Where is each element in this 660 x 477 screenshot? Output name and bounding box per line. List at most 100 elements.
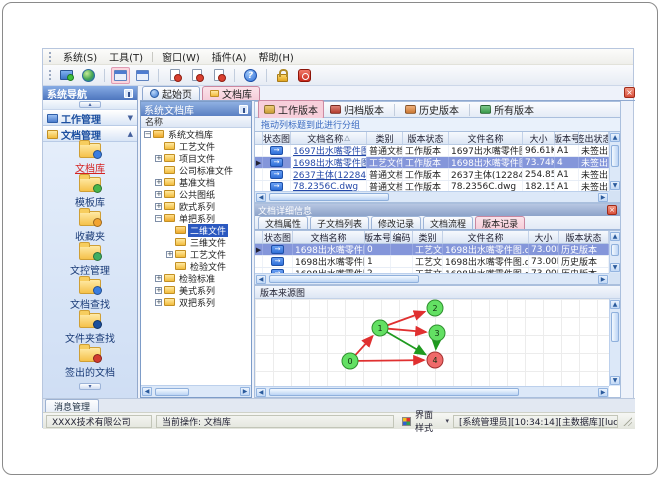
expand-icon[interactable]: + (155, 202, 162, 210)
scroll-up-icon[interactable]: ▲ (610, 232, 620, 241)
grid-horizontal-scrollbar[interactable]: ◀ ▶ (255, 191, 609, 202)
table-row[interactable]: 1698出水嘴零件图.dwg1工艺文件1698出水嘴零件图.dwg73.00KB… (255, 256, 609, 268)
scrollbar-thumb[interactable] (611, 244, 619, 256)
tree-node[interactable]: −三维文件 (141, 236, 251, 249)
scroll-down-icon[interactable]: ▼ (610, 376, 620, 385)
column-header-大小[interactable]: 大小 (523, 132, 555, 145)
tree-node[interactable]: + 基准文档 (141, 176, 251, 189)
toolbar-button[interactable] (111, 66, 130, 84)
toolbar-button[interactable] (273, 67, 292, 84)
expand-icon[interactable]: + (155, 286, 162, 294)
expand-icon[interactable]: + (155, 178, 162, 186)
scroll-right-icon[interactable]: ▶ (598, 387, 608, 397)
column-header-类别[interactable]: 类别 (413, 231, 443, 244)
scroll-down-icon[interactable]: ▼ (610, 181, 620, 190)
document-name-cell[interactable]: 1698出水嘴零件图.dwg (291, 157, 367, 168)
close-tab-icon[interactable] (624, 87, 635, 98)
sidebar-expand-strip[interactable]: ▾ (43, 380, 137, 392)
graph-vertical-scrollbar[interactable]: ▲ ▼ (609, 299, 620, 386)
expand-icon[interactable]: + (155, 274, 162, 282)
document-name-link[interactable]: 1698出水嘴零件图.dwg (293, 157, 366, 168)
document-name-cell[interactable]: 1697出水嘴零件图.dwg (291, 145, 367, 156)
column-header-版本号[interactable]: 版本号 (555, 132, 579, 145)
sidebar-item-收藏夹[interactable]: 收藏夹 (43, 208, 137, 244)
tree-node[interactable]: −检验文件 (141, 260, 251, 273)
column-header-状态图[interactable]: 状态图 (263, 132, 291, 145)
toolbar-button[interactable] (133, 67, 152, 84)
chevron-up-icon[interactable]: ▴ (79, 101, 101, 108)
grid-vertical-scrollbar[interactable]: ▲ ▼ (609, 231, 620, 273)
interface-style-label[interactable]: 界面样式 (415, 408, 441, 434)
column-header-状态图[interactable]: 状态图 (263, 231, 293, 244)
sidebar-item-文件夹查找[interactable]: 文件夹查找 (43, 310, 137, 346)
grid-horizontal-scrollbar[interactable]: ◀ ▶ (255, 273, 609, 284)
chevron-down-icon[interactable]: ▾ (445, 417, 449, 425)
resize-grip[interactable] (622, 416, 632, 426)
sidebar-item-签出的文档[interactable]: 签出的文档 (43, 344, 137, 380)
scrollbar-thumb[interactable] (155, 387, 189, 396)
column-header-大小[interactable]: 大小 (529, 231, 559, 244)
tab-起始页[interactable]: 起始页 (142, 86, 200, 101)
column-header-文件名称[interactable]: 文件名称 (449, 132, 523, 145)
tree-node[interactable]: + 项目文件 (141, 152, 251, 165)
chevron-down-icon[interactable]: ▼ (128, 114, 133, 122)
scroll-up-icon[interactable]: ▲ (610, 300, 620, 309)
toolbar-drag-grip[interactable] (49, 70, 52, 80)
scroll-left-icon[interactable]: ◀ (256, 192, 266, 202)
expand-icon[interactable]: + (155, 190, 162, 198)
column-header-文件名称[interactable]: 文件名称 (443, 231, 529, 244)
pin-icon[interactable] (124, 88, 133, 98)
column-header-文档名称[interactable]: 文档名称 (293, 231, 365, 244)
sidebar-item-文控管理[interactable]: 文控管理 (43, 242, 137, 278)
toolbar-button[interactable] (209, 67, 228, 84)
version-button-归档版本[interactable]: 归档版本 (324, 100, 390, 119)
table-row[interactable]: ▶1698出水嘴零件图.dwg0工艺文件1698出水嘴零件图.dwg73.00K… (255, 244, 609, 256)
tree-node[interactable]: − 单把系列 (141, 212, 251, 225)
grid-vertical-scrollbar[interactable]: ▲ ▼ (609, 132, 620, 191)
tree-node[interactable]: −工艺文件 (141, 140, 251, 153)
scroll-up-icon[interactable]: ▲ (610, 133, 620, 142)
tree-node[interactable]: + 双把系列 (141, 296, 251, 309)
detail-tab-文档流程[interactable]: 文档流程 (423, 216, 474, 230)
tab-文档库[interactable]: 文档库 (202, 86, 260, 101)
table-row[interactable]: ▶1698出水嘴零件图.dwg工艺文件工作版本1698出水嘴零件图.dwg73.… (255, 157, 609, 169)
detail-tab-文档属性[interactable]: 文档属性 (258, 216, 309, 230)
scrollbar-thumb[interactable] (269, 275, 419, 283)
detail-tab-子文档列表[interactable]: 子文档列表 (310, 216, 370, 230)
tree-node[interactable]: + 公共图纸 (141, 188, 251, 201)
tree-node[interactable]: −二维文件 (141, 223, 251, 237)
column-header-类别[interactable]: 类别 (367, 132, 403, 145)
column-header-版本状态[interactable]: 版本状态 (559, 231, 609, 244)
document-name-cell[interactable]: 2637主体(12284).dwg (291, 169, 367, 180)
toolbar-button[interactable] (79, 67, 98, 84)
column-header-版本号[interactable]: 版本号 (365, 231, 391, 244)
sidebar-item-文档查找[interactable]: 文档查找 (43, 276, 137, 312)
message-management-tab[interactable]: 消息管理 (45, 399, 100, 413)
document-name-link[interactable]: 78.2356C.dwg (293, 182, 358, 192)
sidebar-collapse-strip[interactable]: ▴ (43, 100, 137, 110)
toolbar-button[interactable] (241, 67, 260, 84)
detail-tab-修改记录[interactable]: 修改记录 (371, 216, 422, 230)
menu-item[interactable]: 工具(T) (103, 48, 149, 65)
tree-node[interactable]: + 美式系列 (141, 284, 251, 297)
tree-horizontal-scrollbar[interactable]: ◀ ▶ (141, 385, 251, 397)
expand-icon[interactable]: + (155, 298, 162, 306)
menu-item[interactable]: 插件(A) (206, 48, 253, 65)
tree-column-header[interactable]: 名称 (141, 116, 251, 128)
scroll-down-icon[interactable]: ▼ (610, 263, 620, 272)
tree-node[interactable]: + 工艺文件 (141, 248, 251, 261)
scroll-right-icon[interactable]: ▶ (598, 192, 608, 202)
menu-item[interactable]: 窗口(W) (156, 48, 206, 65)
scrollbar-thumb[interactable] (269, 388, 519, 396)
menu-drag-grip[interactable] (49, 51, 52, 62)
chevron-down-icon[interactable]: ▾ (79, 382, 101, 390)
column-header-编码[interactable]: 编码 (391, 231, 413, 244)
version-button-工作版本[interactable]: 工作版本 (258, 100, 324, 119)
sidebar-group-工作管理[interactable]: 工作管理 ▼ (43, 110, 137, 126)
toolbar-button[interactable] (165, 67, 184, 84)
collapse-icon[interactable]: − (155, 214, 162, 222)
column-header-文档名称[interactable]: 文档名称 △ (291, 132, 367, 145)
document-name-link[interactable]: 2637主体(12284).dwg (293, 169, 366, 180)
tree-node[interactable]: − 系统文档库 (141, 128, 251, 141)
tree-node[interactable]: + 欧式系列 (141, 200, 251, 213)
